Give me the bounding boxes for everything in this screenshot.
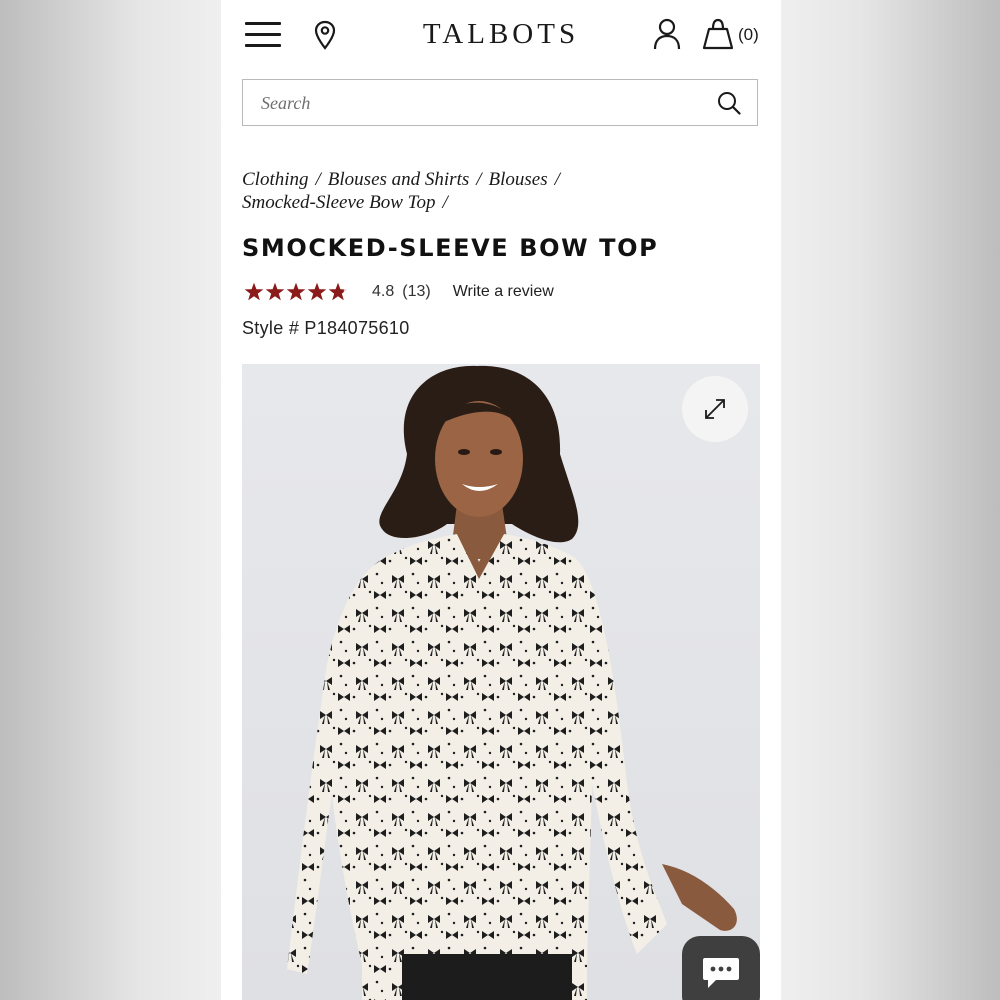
breadcrumb-current-product[interactable]: Smocked-Sleeve Bow Top xyxy=(242,192,435,213)
star-rating[interactable] xyxy=(244,282,348,302)
breadcrumb-clothing[interactable]: Clothing xyxy=(242,169,309,190)
model-photo-illustration xyxy=(287,365,737,1000)
breadcrumb: Clothing / Blouses and Shirts / Blouses / Smo… xyxy=(242,168,762,214)
menu-line xyxy=(245,22,281,25)
chat-button[interactable] xyxy=(682,936,760,1000)
product-title: SMOCKED-SLEEVE BOW TOP xyxy=(242,234,659,262)
rating-row: 4.8 (13) Write a review xyxy=(244,280,554,304)
person-icon[interactable] xyxy=(653,18,681,50)
expand-image-button[interactable] xyxy=(682,376,748,442)
breadcrumb-blouses[interactable]: Blouses xyxy=(489,169,548,190)
mobile-page: TALBOTS (0) Clothing/Blouses and Shirts/… xyxy=(221,0,781,1000)
shopping-bag-icon[interactable] xyxy=(701,18,735,50)
rating-value: 4.8 xyxy=(372,283,395,300)
hamburger-menu-icon[interactable] xyxy=(245,20,281,50)
style-number: Style # P184075610 xyxy=(242,318,410,338)
breadcrumb-separator: / xyxy=(315,169,321,190)
search-icon[interactable] xyxy=(717,91,741,115)
menu-line xyxy=(245,33,281,36)
menu-line xyxy=(245,44,281,47)
search-bar xyxy=(242,79,758,126)
review-count[interactable]: (13) xyxy=(402,283,430,301)
chat-icon xyxy=(703,958,739,988)
search-input[interactable] xyxy=(259,88,703,118)
star-filled-group xyxy=(244,282,344,301)
product-image[interactable] xyxy=(242,364,760,1000)
breadcrumb-separator: / xyxy=(554,169,560,190)
map-pin-icon[interactable] xyxy=(313,20,337,50)
breadcrumb-separator: / xyxy=(476,169,482,190)
breadcrumb-blouses-and-shirts[interactable]: Blouses and Shirts xyxy=(328,169,469,190)
breadcrumb-separator: / xyxy=(442,192,448,213)
expand-icon xyxy=(705,399,725,419)
bag-count[interactable]: (0) xyxy=(738,25,759,45)
brand-logo[interactable]: TALBOTS xyxy=(411,18,591,51)
write-review-link[interactable]: Write a review xyxy=(453,283,554,301)
